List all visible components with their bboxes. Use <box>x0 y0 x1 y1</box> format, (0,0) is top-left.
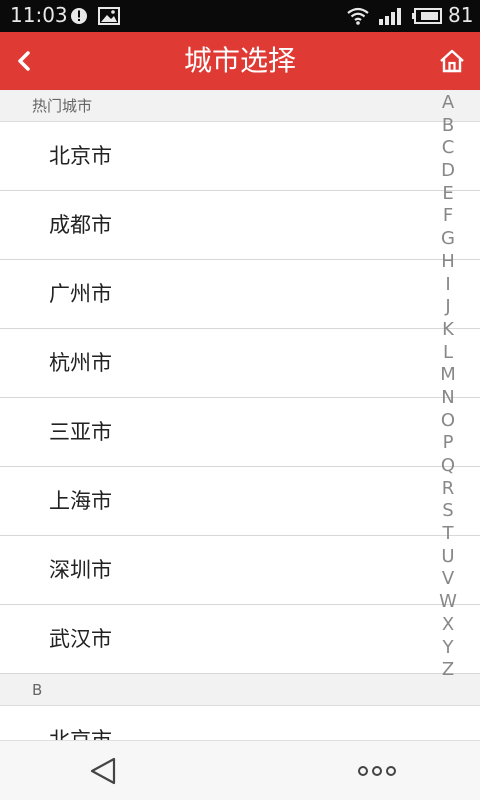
index-letter-w[interactable]: W <box>436 591 460 614</box>
index-letter-l[interactable]: L <box>436 342 460 365</box>
city-item[interactable]: 广州市 <box>0 260 480 329</box>
image-icon <box>98 7 120 25</box>
battery-level: 81 <box>448 3 474 27</box>
battery-icon <box>412 8 442 24</box>
index-letter-k[interactable]: K <box>436 319 460 342</box>
city-item[interactable]: 武汉市 <box>0 605 480 674</box>
more-dots-icon[interactable] <box>358 763 396 779</box>
status-time: 11:03 <box>10 3 68 27</box>
index-letter-a[interactable]: A <box>436 92 460 115</box>
index-letter-g[interactable]: G <box>436 228 460 251</box>
city-item[interactable]: 北京市 <box>0 706 480 740</box>
city-item[interactable]: 北京市 <box>0 122 480 191</box>
index-letter-c[interactable]: C <box>436 137 460 160</box>
index-letter-d[interactable]: D <box>436 160 460 183</box>
app-header: 城市选择 <box>0 32 480 90</box>
triangle-back-icon[interactable] <box>88 755 120 787</box>
section-header-b: B <box>0 674 480 706</box>
index-letter-t[interactable]: T <box>436 523 460 546</box>
section-header-hot: 热门城市 <box>0 90 480 122</box>
city-item[interactable]: 深圳市 <box>0 536 480 605</box>
city-list[interactable]: 热门城市 北京市 成都市 广州市 杭州市 三亚市 上海市 深圳市 武汉市 B 北… <box>0 90 480 740</box>
home-button[interactable] <box>424 32 480 90</box>
index-letter-m[interactable]: M <box>436 364 460 387</box>
index-letter-h[interactable]: H <box>436 251 460 274</box>
index-letter-j[interactable]: J <box>436 296 460 319</box>
index-letter-z[interactable]: Z <box>436 659 460 682</box>
index-letter-o[interactable]: O <box>436 410 460 433</box>
screen: 11:03 81 城市选择 热门城市 北京市 成都市 广州市 杭州市 三亚市 上… <box>0 0 480 800</box>
index-letter-x[interactable]: X <box>436 614 460 637</box>
city-item[interactable]: 成都市 <box>0 191 480 260</box>
wifi-icon <box>347 7 369 25</box>
bottom-nav <box>0 740 480 800</box>
index-letter-f[interactable]: F <box>436 205 460 228</box>
alert-icon <box>71 8 87 24</box>
city-item[interactable]: 三亚市 <box>0 398 480 467</box>
index-letter-s[interactable]: S <box>436 500 460 523</box>
index-letter-y[interactable]: Y <box>436 637 460 660</box>
index-letter-i[interactable]: I <box>436 274 460 297</box>
index-letter-v[interactable]: V <box>436 568 460 591</box>
index-letter-u[interactable]: U <box>436 546 460 569</box>
index-letter-b[interactable]: B <box>436 115 460 138</box>
chevron-left-icon <box>18 51 30 71</box>
alphabet-index[interactable]: A B C D E F G H I J K L M N O P Q R S T … <box>436 92 460 682</box>
page-title: 城市选择 <box>183 44 296 77</box>
city-item[interactable]: 杭州市 <box>0 329 480 398</box>
back-button[interactable] <box>0 32 48 90</box>
home-icon <box>440 49 464 73</box>
index-letter-e[interactable]: E <box>436 183 460 206</box>
index-letter-r[interactable]: R <box>436 478 460 501</box>
city-item[interactable]: 上海市 <box>0 467 480 536</box>
index-letter-p[interactable]: P <box>436 432 460 455</box>
index-letter-q[interactable]: Q <box>436 455 460 478</box>
signal-icon <box>379 8 401 25</box>
status-bar: 11:03 81 <box>0 0 480 32</box>
index-letter-n[interactable]: N <box>436 387 460 410</box>
